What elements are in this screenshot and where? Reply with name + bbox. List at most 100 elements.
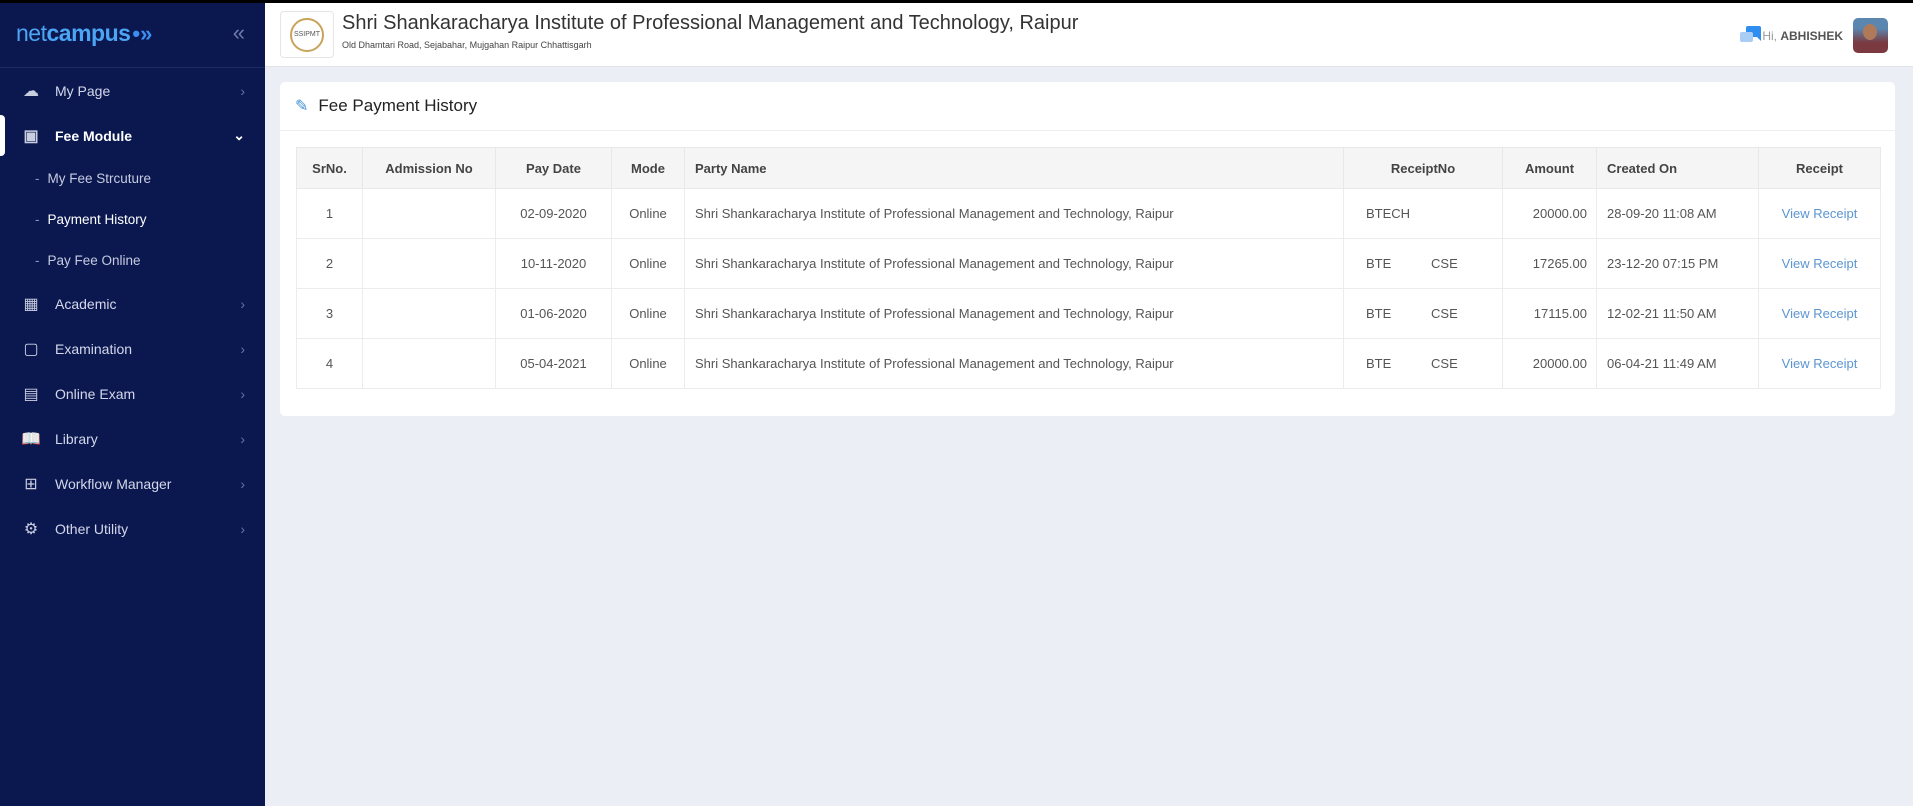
edit-icon: ✎ (295, 98, 309, 115)
column-header: Amount (1502, 147, 1597, 189)
sidebar-item-label: Academic (55, 295, 117, 312)
chevron-right-icon: › (240, 340, 245, 357)
brand-text-campus: campus (46, 20, 131, 46)
sidebar-item-label: Examination (55, 340, 133, 357)
receipt-no-cell: BTE CSE (1343, 288, 1503, 339)
amount-cell: 17265.00 (1502, 238, 1597, 289)
admission-no-cell (362, 188, 496, 239)
table-row: 1 02-09-2020 Online Shri Shankaracharya Ins… (296, 188, 1881, 239)
chevron-right-icon: › (240, 295, 245, 312)
utility-icon: ⚙ (23, 520, 39, 538)
chat-icon[interactable] (1739, 25, 1763, 45)
party-name-cell: Shri Shankaracharya Institute of Profess… (684, 288, 1344, 339)
sidebar-item-label: Workflow Manager (55, 475, 172, 492)
view-receipt-link[interactable]: View Receipt (1782, 206, 1858, 221)
created-on-cell: 23-12-20 07:15 PM (1596, 238, 1759, 289)
sr-cell: 1 (296, 188, 363, 239)
receipt-cell: View Receipt (1758, 188, 1881, 239)
sidebar-item-label: Library (55, 430, 98, 447)
receipt-cell: View Receipt (1758, 288, 1881, 339)
sidebar-nav: ☁ My Page › ▣ Fee Module ⌄ - My Fee Strcuture… (0, 68, 265, 551)
created-on-cell: 28-09-20 11:08 AM (1596, 188, 1759, 239)
cloud-icon: ☁ (23, 82, 39, 100)
column-header: Admission No (362, 147, 496, 189)
table-row: 2 10-11-2020 Online Shri Shankaracharya Ins… (296, 238, 1881, 289)
sidebar: net campus •» « ☁ My Page › ▣ Fee Module ⌄ - My… (0, 0, 265, 806)
monitor-icon: ▤ (23, 385, 39, 403)
pay-date-cell: 05-04-2021 (495, 338, 612, 389)
sidebar-item-label: Online Exam (55, 385, 136, 402)
receipt-cell: View Receipt (1758, 238, 1881, 289)
pay-date-cell: 01-06-2020 (495, 288, 612, 339)
amount-cell: 20000.00 (1502, 338, 1597, 389)
sidebar-item-fee-module[interactable]: ▣ Fee Module ⌄ (0, 113, 265, 158)
view-receipt-link[interactable]: View Receipt (1782, 256, 1858, 271)
sidebar-item-label: My Page (55, 82, 111, 99)
admission-no-cell (362, 338, 496, 389)
sr-cell: 2 (296, 238, 363, 289)
avatar[interactable] (1853, 18, 1888, 53)
institute-address: Old Dhamtari Road, Sejabahar, Mujgahan R… (342, 40, 592, 50)
workflow-icon: ⊞ (24, 475, 38, 493)
sidebar-subitem-my-fee-structure[interactable]: - My Fee Strcuture (0, 158, 265, 199)
chevron-right-icon: › (240, 385, 245, 402)
view-receipt-link[interactable]: View Receipt (1782, 306, 1858, 321)
sidebar-item-library[interactable]: 📖 Library › (0, 416, 265, 461)
greeting-text: Hi, (1762, 29, 1777, 43)
receipt-cell: View Receipt (1758, 338, 1881, 389)
dash-icon: - (35, 212, 40, 227)
reader-icon: 📖 (21, 430, 41, 448)
column-header: Created On (1596, 147, 1759, 189)
pay-date-cell: 02-09-2020 (495, 188, 612, 239)
dash-icon: - (35, 253, 40, 268)
admission-no-cell (362, 238, 496, 289)
table-row: 4 05-04-2021 Online Shri Shankaracharya Ins… (296, 338, 1881, 389)
payment-history-table: SrNo. Admission No Pay Date Mode Party N… (296, 147, 1881, 389)
sidebar-item-examination[interactable]: ▢ Examination › (0, 326, 265, 371)
top-border (0, 0, 1913, 3)
sidebar-item-online-exam[interactable]: ▤ Online Exam › (0, 371, 265, 416)
collapse-sidebar-icon[interactable]: « (233, 20, 245, 46)
sidebar-subitem-payment-history[interactable]: - Payment History (0, 199, 265, 240)
user-greeting[interactable]: Hi, ABHISHEK (1762, 29, 1843, 43)
view-receipt-link[interactable]: View Receipt (1782, 356, 1858, 371)
sidebar-subitem-pay-fee-online[interactable]: - Pay Fee Online (0, 240, 265, 281)
amount-cell: 17115.00 (1502, 288, 1597, 339)
sidebar-item-my-page[interactable]: ☁ My Page › (0, 68, 265, 113)
sidebar-item-label: Other Utility (55, 520, 129, 537)
brand-arrows-icon: •» (132, 20, 153, 46)
pay-date-cell: 10-11-2020 (495, 238, 612, 289)
chevron-right-icon: › (240, 430, 245, 447)
chevron-right-icon: › (240, 82, 245, 99)
chevron-right-icon: › (240, 520, 245, 537)
column-header: Party Name (684, 147, 1344, 189)
column-header: Receipt (1758, 147, 1881, 189)
subitem-label: Pay Fee Online (47, 253, 141, 268)
page-title: Fee Payment History (318, 96, 478, 115)
sidebar-item-academic[interactable]: ▦ Academic › (0, 281, 265, 326)
brand-logo[interactable]: net campus •» « (0, 0, 265, 68)
created-on-cell: 12-02-21 11:50 AM (1596, 288, 1759, 339)
institute-name: Shri Shankaracharya Institute of Profess… (342, 12, 1079, 34)
brand-text-net: net (16, 20, 47, 46)
column-header: Pay Date (495, 147, 612, 189)
logo-text: SSIPMT (290, 17, 324, 52)
party-name-cell: Shri Shankaracharya Institute of Profess… (684, 188, 1344, 239)
table-header-row: SrNo. Admission No Pay Date Mode Party N… (296, 147, 1881, 189)
column-header: Mode (611, 147, 685, 189)
party-name-cell: Shri Shankaracharya Institute of Profess… (684, 238, 1344, 289)
sidebar-item-label: Fee Module (55, 127, 133, 144)
column-header: ReceiptNo (1343, 147, 1503, 189)
money-icon: ▣ (23, 127, 39, 145)
subitem-label: My Fee Strcuture (47, 171, 152, 186)
party-name-cell: Shri Shankaracharya Institute of Profess… (684, 338, 1344, 389)
mode-cell: Online (611, 338, 685, 389)
institute-logo: SSIPMT (280, 11, 334, 58)
column-header: SrNo. (296, 147, 363, 189)
fee-payment-history-card: ✎ Fee Payment History SrNo. Admission No… (280, 82, 1895, 416)
sr-cell: 3 (296, 288, 363, 339)
sidebar-item-workflow-manager[interactable]: ⊞ Workflow Manager › (0, 461, 265, 506)
receipt-no-cell: BTE CSE (1343, 238, 1503, 289)
sidebar-item-other-utility[interactable]: ⚙ Other Utility › (0, 506, 265, 551)
chevron-down-icon: ⌄ (233, 127, 245, 143)
